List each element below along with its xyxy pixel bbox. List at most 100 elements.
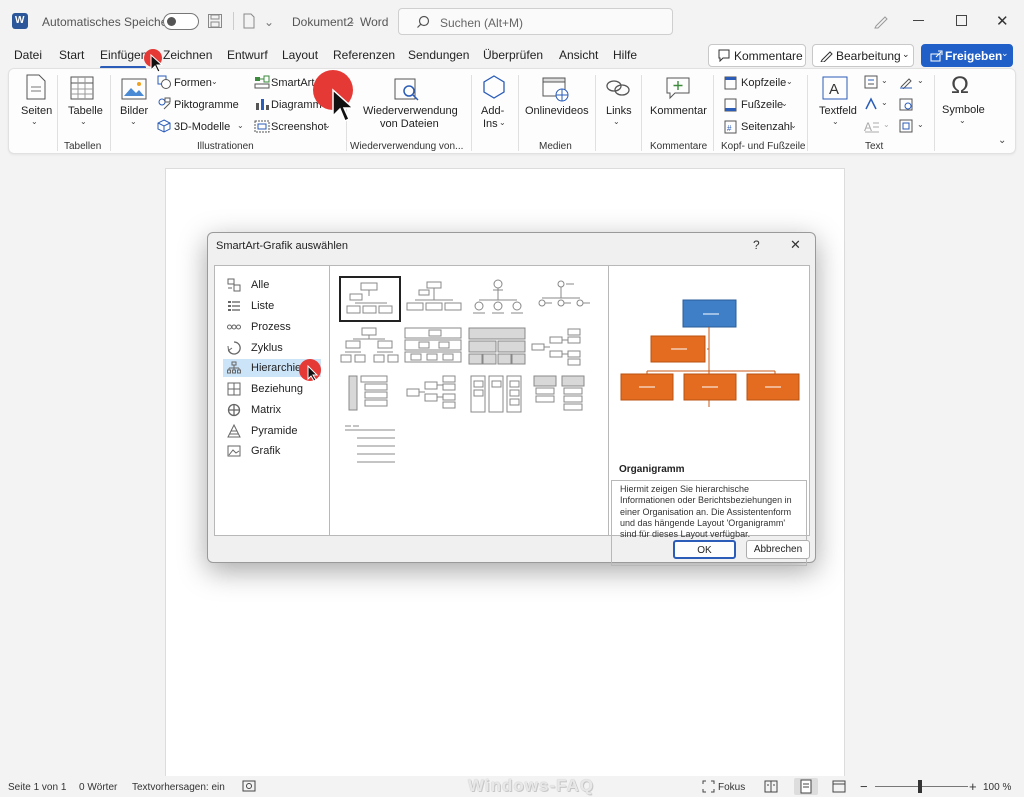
chevron-down-icon: ⌄ (786, 77, 793, 86)
3d-models-button[interactable]: 3D-Modelle (174, 121, 230, 133)
tab-hilfe[interactable]: Hilfe (613, 48, 637, 62)
tab-entwurf[interactable]: Entwurf (227, 48, 268, 62)
minimize-icon[interactable] (913, 20, 924, 21)
layout-circle-org[interactable] (467, 276, 529, 322)
zoom-level[interactable]: 100 % (983, 782, 1011, 793)
category-liste[interactable]: Liste (223, 297, 321, 315)
focus-button[interactable]: Fokus (718, 782, 745, 793)
page-number-button[interactable]: Seitenzahl (741, 121, 792, 133)
object-icon[interactable] (899, 119, 913, 133)
category-alle[interactable]: Alle (223, 276, 321, 294)
layout-lined-list[interactable] (339, 372, 401, 418)
layout-table-list[interactable] (530, 372, 592, 418)
images-button[interactable]: Bilder (120, 105, 148, 117)
read-mode-icon[interactable] (764, 780, 778, 793)
layout-picture-org[interactable] (530, 276, 592, 322)
hierarchy-thumbnail-icon (406, 375, 456, 409)
comment-button[interactable]: Kommentar (650, 105, 707, 117)
category-pyramide[interactable]: Pyramide (223, 422, 321, 440)
icons-button[interactable]: Piktogramme (174, 99, 239, 111)
designer-pen-icon[interactable] (873, 13, 889, 29)
date-time-icon[interactable] (899, 97, 913, 111)
print-layout-icon (800, 779, 812, 794)
layout-name-title-org[interactable] (403, 276, 465, 322)
screenshot-button[interactable]: Screenshot (271, 121, 327, 133)
symbols-button[interactable]: Symbole (942, 104, 985, 116)
help-button[interactable]: ? (753, 238, 760, 252)
close-window-icon[interactable]: ✕ (996, 12, 1009, 30)
hierarchy-thumbnail-icon (470, 375, 522, 413)
share-button[interactable]: Freigeben ⌄ (921, 44, 1013, 67)
all-icon (227, 278, 241, 292)
search-box[interactable]: Suchen (Alt+M) (398, 8, 673, 35)
tab-sendungen[interactable]: Sendungen (408, 48, 469, 62)
category-zyklus[interactable]: Zyklus (223, 339, 321, 357)
print-layout-button[interactable] (794, 778, 818, 795)
process-icon (227, 320, 241, 334)
tab-start[interactable]: Start (59, 48, 84, 62)
quick-parts-icon[interactable] (864, 75, 878, 89)
layout-horizontal-hierarchy[interactable] (530, 324, 592, 370)
ribbon-collapse-icon[interactable]: ⌄ (998, 135, 1006, 146)
smartart-icon (254, 75, 270, 89)
signature-line-icon[interactable] (899, 75, 913, 89)
organigramm-preview (611, 284, 809, 414)
layout-organigramm[interactable] (339, 276, 401, 322)
quick-access-more-icon[interactable]: ⌄ (264, 15, 274, 29)
footer-button[interactable]: Fußzeile (741, 99, 783, 111)
layout-hierarchy-list[interactable] (467, 372, 529, 418)
accessibility-icon[interactable] (242, 780, 256, 793)
shapes-button[interactable]: Formen (174, 77, 212, 89)
tab-einfuegen[interactable]: Einfügen (100, 48, 147, 62)
tab-layout[interactable]: Layout (282, 48, 318, 62)
layout-gallery (329, 265, 609, 536)
chevron-down-icon: ⌄ (499, 118, 506, 127)
chevron-down-icon: ⌄ (324, 121, 331, 130)
addins-label-2[interactable]: Ins (483, 118, 498, 130)
tab-ueberpruefen[interactable]: Überprüfen (483, 48, 543, 62)
save-icon[interactable] (207, 13, 223, 29)
zoom-in-icon[interactable]: + (969, 779, 977, 794)
category-prozess[interactable]: Prozess (223, 318, 321, 336)
tab-zeichnen[interactable]: Zeichnen (163, 48, 212, 62)
editing-button[interactable]: Bearbeitung ⌄ (812, 44, 914, 67)
layout-lined-hierarchy[interactable] (339, 420, 401, 466)
layout-hierarchy[interactable] (339, 324, 401, 370)
new-document-icon[interactable] (242, 13, 256, 29)
tab-ansicht[interactable]: Ansicht (559, 48, 598, 62)
ok-button[interactable]: OK (673, 540, 736, 559)
chart-button[interactable]: Diagramm (271, 99, 322, 111)
cancel-button[interactable]: Abbrechen (746, 540, 810, 559)
relationship-icon (227, 382, 241, 396)
tab-datei[interactable]: Datei (14, 48, 42, 62)
page-count[interactable]: Seite 1 von 1 (8, 782, 66, 793)
group-label-wiederverwendung: Wiederverwendung von... (350, 141, 464, 152)
reuse-files-label-1[interactable]: Wiederverwendung (363, 105, 458, 117)
layout-horizontal-org[interactable] (403, 372, 465, 418)
online-videos-button[interactable]: Onlinevideos (525, 105, 589, 117)
web-layout-icon[interactable] (832, 780, 846, 793)
svg-text:#: # (727, 124, 732, 133)
maximize-icon[interactable] (956, 15, 967, 26)
pages-button[interactable]: Seiten (21, 105, 52, 117)
zoom-slider-thumb[interactable] (918, 780, 922, 793)
close-dialog-button[interactable]: ✕ (790, 237, 801, 253)
word-count[interactable]: 0 Wörter (79, 782, 117, 793)
smartart-button[interactable]: SmartArt (271, 77, 314, 89)
table-button[interactable]: Tabelle (68, 105, 103, 117)
reuse-files-label-2[interactable]: von Dateien (380, 118, 439, 130)
header-button[interactable]: Kopfzeile (741, 77, 786, 89)
autosave-toggle[interactable] (163, 13, 199, 30)
comments-button[interactable]: Kommentare (708, 44, 806, 67)
tab-referenzen[interactable]: Referenzen (333, 48, 395, 62)
category-matrix[interactable]: Matrix (223, 401, 321, 419)
zoom-out-icon[interactable]: − (860, 779, 868, 794)
textbox-button[interactable]: Textfeld (819, 105, 857, 117)
links-button[interactable]: Links (606, 105, 632, 117)
wordart-icon[interactable] (864, 97, 878, 111)
category-grafik[interactable]: Grafik (223, 442, 321, 460)
layout-labeled-hierarchy[interactable] (403, 324, 465, 370)
layout-table-hierarchy[interactable] (467, 324, 529, 370)
addins-label-1[interactable]: Add- (481, 105, 504, 117)
text-predictions[interactable]: Textvorhersagen: ein (132, 782, 225, 793)
